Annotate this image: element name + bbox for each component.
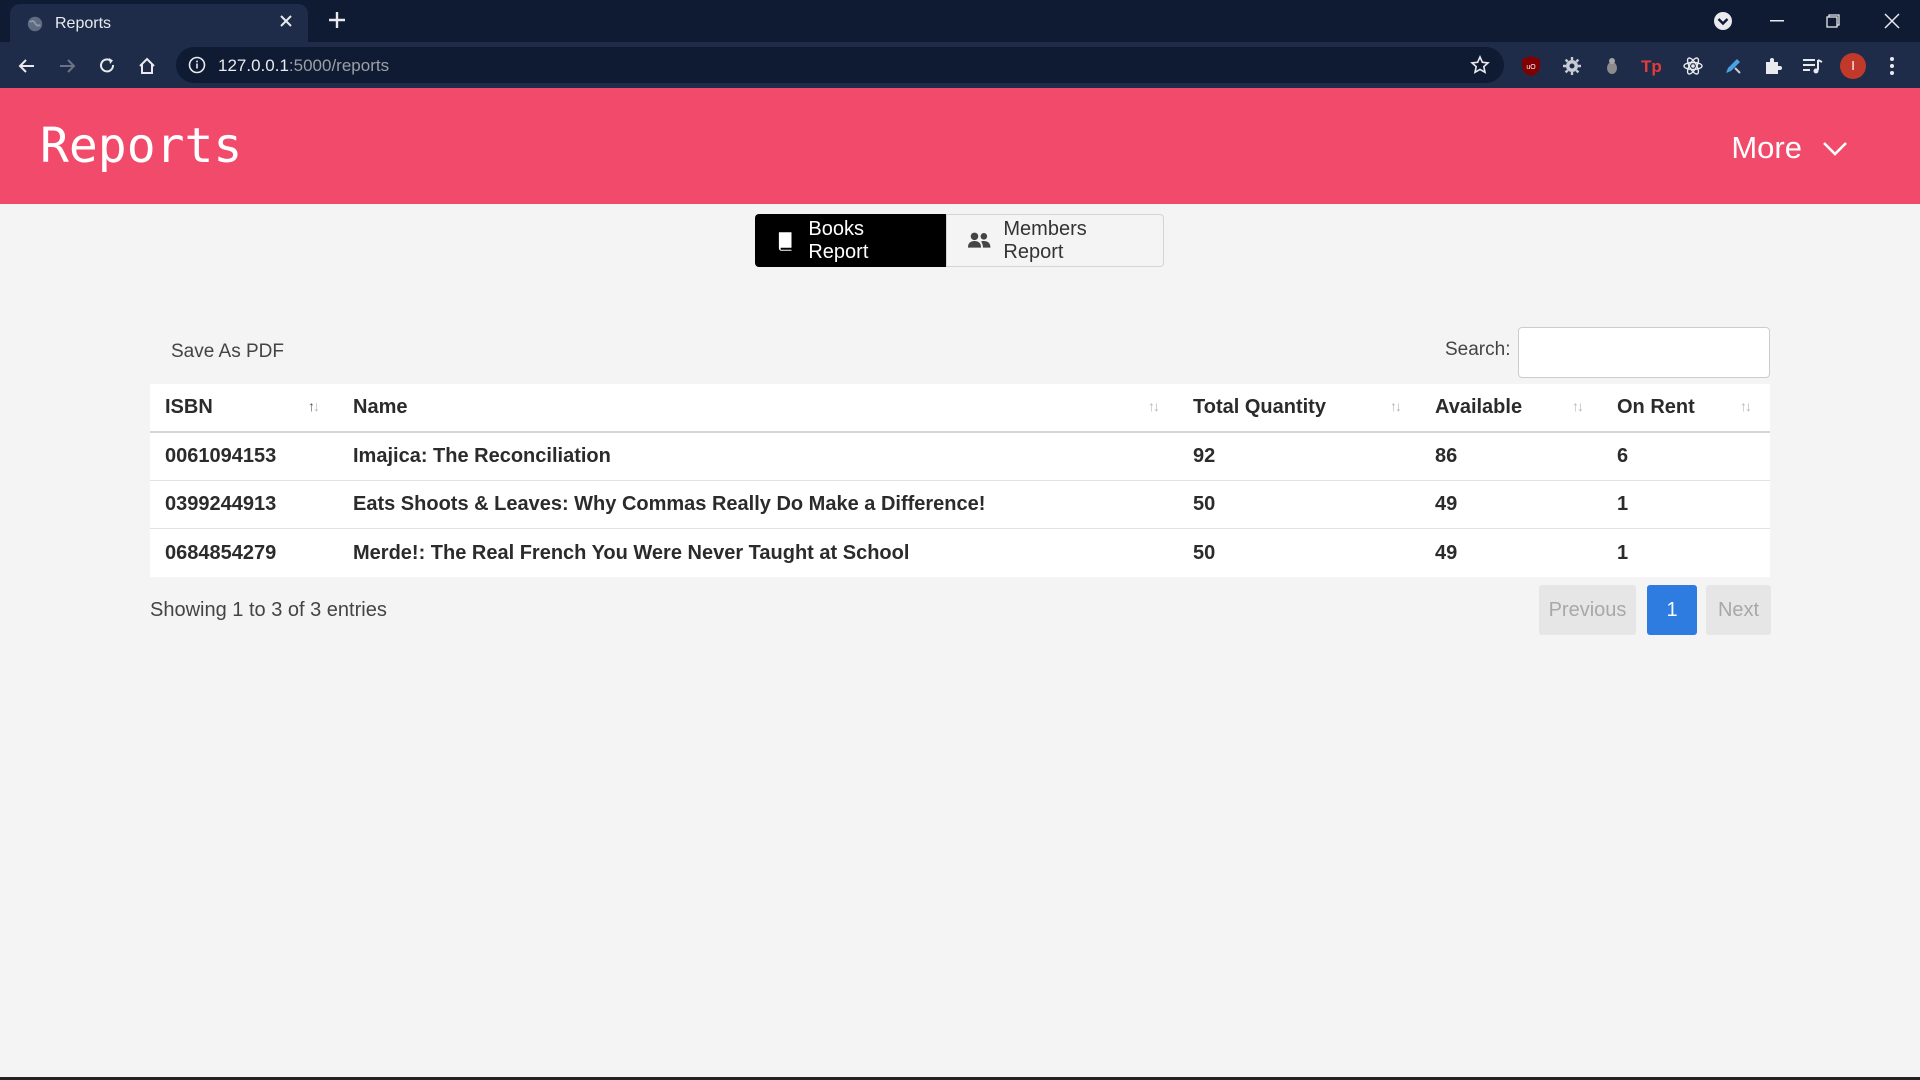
reload-icon[interactable] <box>93 52 121 80</box>
column-header-total-quantity[interactable]: Total Quantity <box>1193 384 1326 431</box>
cell-total-quantity: 50 <box>1193 541 1216 564</box>
table-info: Showing 1 to 3 of 3 entries <box>150 599 387 621</box>
cell-total-quantity: 92 <box>1193 445 1216 467</box>
cell-available: 49 <box>1435 541 1458 564</box>
tab-title: Reports <box>55 15 112 32</box>
info-icon[interactable] <box>188 56 206 74</box>
close-tab-icon[interactable] <box>276 12 296 32</box>
puzzle-icon[interactable] <box>1761 54 1785 78</box>
close-window-button[interactable] <box>1866 0 1918 42</box>
cell-on-rent: 1 <box>1617 493 1629 515</box>
new-tab-button[interactable] <box>325 7 349 33</box>
column-header-name[interactable]: Name <box>353 384 407 431</box>
sort-icon[interactable]: ↑↓ <box>1148 398 1160 414</box>
table-row: 0399244913 Eats Shoots & Leaves: Why Com… <box>150 481 1770 529</box>
chevron-down-icon <box>1823 142 1847 156</box>
avatar[interactable]: I <box>1840 53 1866 79</box>
previous-page-button[interactable]: Previous <box>1539 585 1636 635</box>
svg-text:Tp: Tp <box>1641 57 1662 76</box>
cell-available: 86 <box>1435 445 1458 467</box>
browser-toolbar: 127.0.0.1:5000/reports uO Tp I <box>0 42 1920 88</box>
report-toggle: Books Report Members Report <box>755 214 1164 267</box>
sort-icon[interactable]: ↑↓ <box>1572 398 1584 414</box>
cell-isbn: 0061094153 <box>165 445 277 467</box>
column-header-isbn[interactable]: ISBN <box>165 384 213 431</box>
search-label: Search: <box>1445 339 1511 360</box>
cell-on-rent: 6 <box>1617 445 1629 467</box>
browser-tab[interactable]: Reports <box>10 4 308 42</box>
pen-icon[interactable] <box>1721 54 1745 78</box>
restore-button[interactable] <box>1807 0 1859 42</box>
cell-name: Eats Shoots & Leaves: Why Commas Really … <box>353 493 986 515</box>
tab-search-icon[interactable] <box>1712 10 1734 32</box>
sort-asc-icon[interactable]: ↑↓ <box>308 398 320 414</box>
playlist-icon[interactable] <box>1800 54 1824 78</box>
members-report-button[interactable]: Members Report <box>946 214 1164 267</box>
next-page-button[interactable]: Next <box>1706 585 1771 635</box>
svg-text:uO: uO <box>1526 64 1536 71</box>
more-label: More <box>1731 130 1802 165</box>
address-bar[interactable]: 127.0.0.1:5000/reports <box>176 47 1504 83</box>
globe-icon <box>27 16 43 32</box>
cell-name: Merde!: The Real French You Were Never T… <box>353 541 910 564</box>
cell-isbn: 0399244913 <box>165 493 277 515</box>
minimize-button[interactable] <box>1751 0 1803 42</box>
table-header: ISBN ↑↓ Name ↑↓ Total Quantity ↑↓ Availa… <box>150 384 1770 433</box>
members-report-label: Members Report <box>1003 217 1087 263</box>
table-row: 0684854279 Merde!: The Real French You W… <box>150 529 1770 577</box>
back-icon[interactable] <box>13 52 41 80</box>
forward-icon[interactable] <box>53 52 81 80</box>
table-row: 0061094153 Imajica: The Reconciliation 9… <box>150 433 1770 481</box>
react-icon[interactable] <box>1681 54 1705 78</box>
cell-available: 49 <box>1435 493 1458 515</box>
sort-icon[interactable]: ↑↓ <box>1390 398 1402 414</box>
book-icon <box>778 231 792 251</box>
page-title: Reports <box>40 118 243 174</box>
page-1-button[interactable]: 1 <box>1647 585 1697 635</box>
star-icon[interactable] <box>1470 55 1490 75</box>
extension-icon[interactable] <box>1600 54 1624 78</box>
url-text: 127.0.0.1:5000/reports <box>218 56 390 75</box>
cell-name: Imajica: The Reconciliation <box>353 445 611 467</box>
cell-isbn: 0684854279 <box>165 541 277 564</box>
home-icon[interactable] <box>133 52 161 80</box>
books-report-button[interactable]: Books Report <box>755 214 946 267</box>
kebab-icon[interactable] <box>1880 54 1904 78</box>
books-report-label: Books Report <box>808 217 869 263</box>
site-header: Reports More <box>0 88 1920 204</box>
books-table: ISBN ↑↓ Name ↑↓ Total Quantity ↑↓ Availa… <box>150 384 1770 577</box>
browser-tab-bar: Reports <box>0 0 1920 42</box>
more-menu-button[interactable]: More <box>1731 130 1850 166</box>
save-as-pdf-button[interactable]: Save As PDF <box>171 341 284 363</box>
column-header-on-rent[interactable]: On Rent <box>1617 384 1695 431</box>
cell-on-rent: 1 <box>1617 541 1629 564</box>
gear-icon[interactable] <box>1560 54 1584 78</box>
tp-icon[interactable]: Tp <box>1640 54 1664 78</box>
column-header-available[interactable]: Available <box>1435 384 1522 431</box>
search-input[interactable] <box>1518 327 1770 378</box>
ublock-icon[interactable]: uO <box>1519 54 1543 78</box>
sort-icon[interactable]: ↑↓ <box>1740 398 1752 414</box>
users-icon <box>967 232 991 248</box>
cell-total-quantity: 50 <box>1193 493 1216 515</box>
